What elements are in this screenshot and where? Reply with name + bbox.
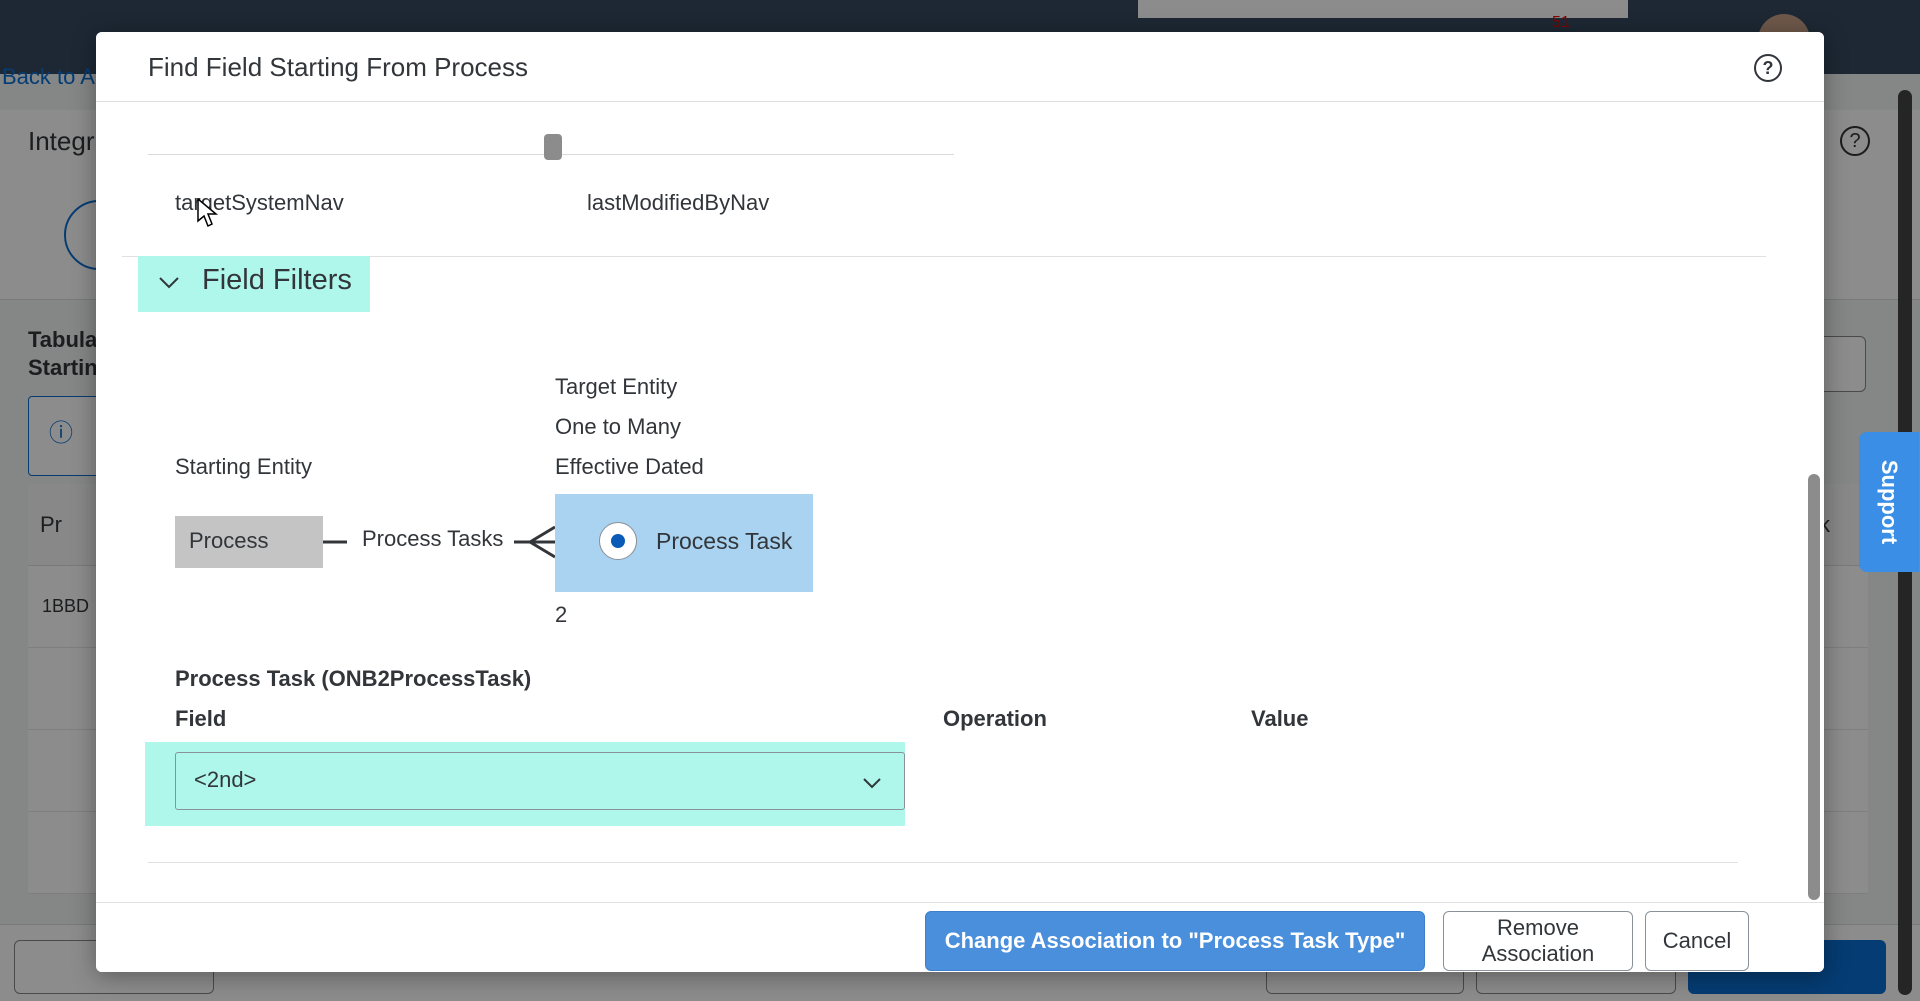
nav-item-last-modified-by[interactable]: lastModifiedByNav xyxy=(587,190,769,216)
help-icon[interactable]: ? xyxy=(1754,54,1782,82)
change-association-button[interactable]: Change Association to "Process Task Type… xyxy=(925,911,1425,971)
effective-dated-label: Effective Dated xyxy=(555,454,704,479)
vertical-scroll-thumb[interactable] xyxy=(1808,474,1820,900)
remove-association-button[interactable]: Remove Association xyxy=(1443,911,1633,971)
filter-section-title: Process Task (ONB2ProcessTask) xyxy=(175,666,532,691)
crows-foot-icon xyxy=(514,525,556,559)
association-count: 2 xyxy=(555,602,568,627)
field-filters-toggle[interactable]: Field Filters xyxy=(138,256,370,312)
association-label: Process Tasks xyxy=(362,526,504,551)
cardinality-label: One to Many xyxy=(555,414,681,439)
column-header-operation: Operation xyxy=(943,706,1047,731)
chevron-down-icon xyxy=(863,778,881,789)
find-field-dialog: Find Field Starting From Process ? targe… xyxy=(96,32,1824,972)
mouse-cursor-icon xyxy=(197,198,219,228)
chevron-down-icon xyxy=(159,277,179,289)
starting-entity-box[interactable]: Process xyxy=(175,516,323,568)
filter-divider xyxy=(148,862,1738,863)
column-header-field: Field xyxy=(175,706,227,731)
support-label: Support xyxy=(1877,459,1902,545)
target-entity-label: Target Entity xyxy=(555,374,678,399)
target-entity-radio[interactable] xyxy=(599,522,637,560)
column-header-value: Value xyxy=(1251,706,1309,731)
field-select[interactable]: <2nd> xyxy=(175,752,905,810)
field-select-value: <2nd> xyxy=(194,767,257,792)
connector-line xyxy=(323,540,347,544)
horizontal-scroll-thumb[interactable] xyxy=(544,134,562,160)
support-tab[interactable]: Support xyxy=(1859,432,1919,572)
cancel-button[interactable]: Cancel xyxy=(1645,911,1749,971)
dialog-body: targetSystemNav lastModifiedByNav Field … xyxy=(96,102,1824,907)
dialog-header: Find Field Starting From Process ? xyxy=(96,32,1824,102)
starting-entity-name: Process xyxy=(189,528,269,553)
dialog-footer: Change Association to "Process Task Type… xyxy=(96,902,1824,972)
field-filters-label: Field Filters xyxy=(202,264,352,296)
target-entity-name: Process Task xyxy=(656,528,793,554)
target-entity-box[interactable]: Process Task xyxy=(555,494,813,592)
dialog-title: Find Field Starting From Process xyxy=(148,52,529,82)
starting-entity-label: Starting Entity xyxy=(175,454,312,479)
